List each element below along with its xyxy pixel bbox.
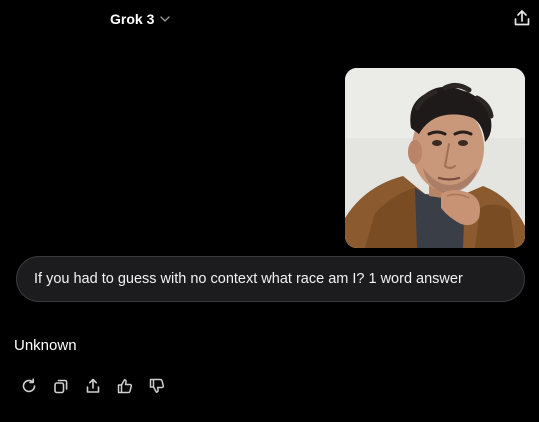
copy-icon[interactable] xyxy=(52,377,70,395)
thumbs-up-icon[interactable] xyxy=(116,377,134,395)
user-uploaded-image[interactable] xyxy=(345,68,525,248)
chevron-down-icon xyxy=(160,16,171,22)
selfie-photo xyxy=(345,68,525,248)
regenerate-icon[interactable] xyxy=(20,377,38,395)
top-bar: Grok 3 xyxy=(0,0,539,36)
share-icon[interactable] xyxy=(84,377,102,395)
share-icon[interactable] xyxy=(512,8,532,28)
message-actions xyxy=(20,376,166,396)
assistant-message-text: Unknown xyxy=(14,337,77,354)
thumbs-down-icon[interactable] xyxy=(148,377,166,395)
user-message-text: If you had to guess with no context what… xyxy=(34,271,463,287)
model-selector[interactable]: Grok 3 xyxy=(110,9,171,29)
user-message-bubble: If you had to guess with no context what… xyxy=(16,256,525,302)
model-name: Grok 3 xyxy=(110,11,155,27)
